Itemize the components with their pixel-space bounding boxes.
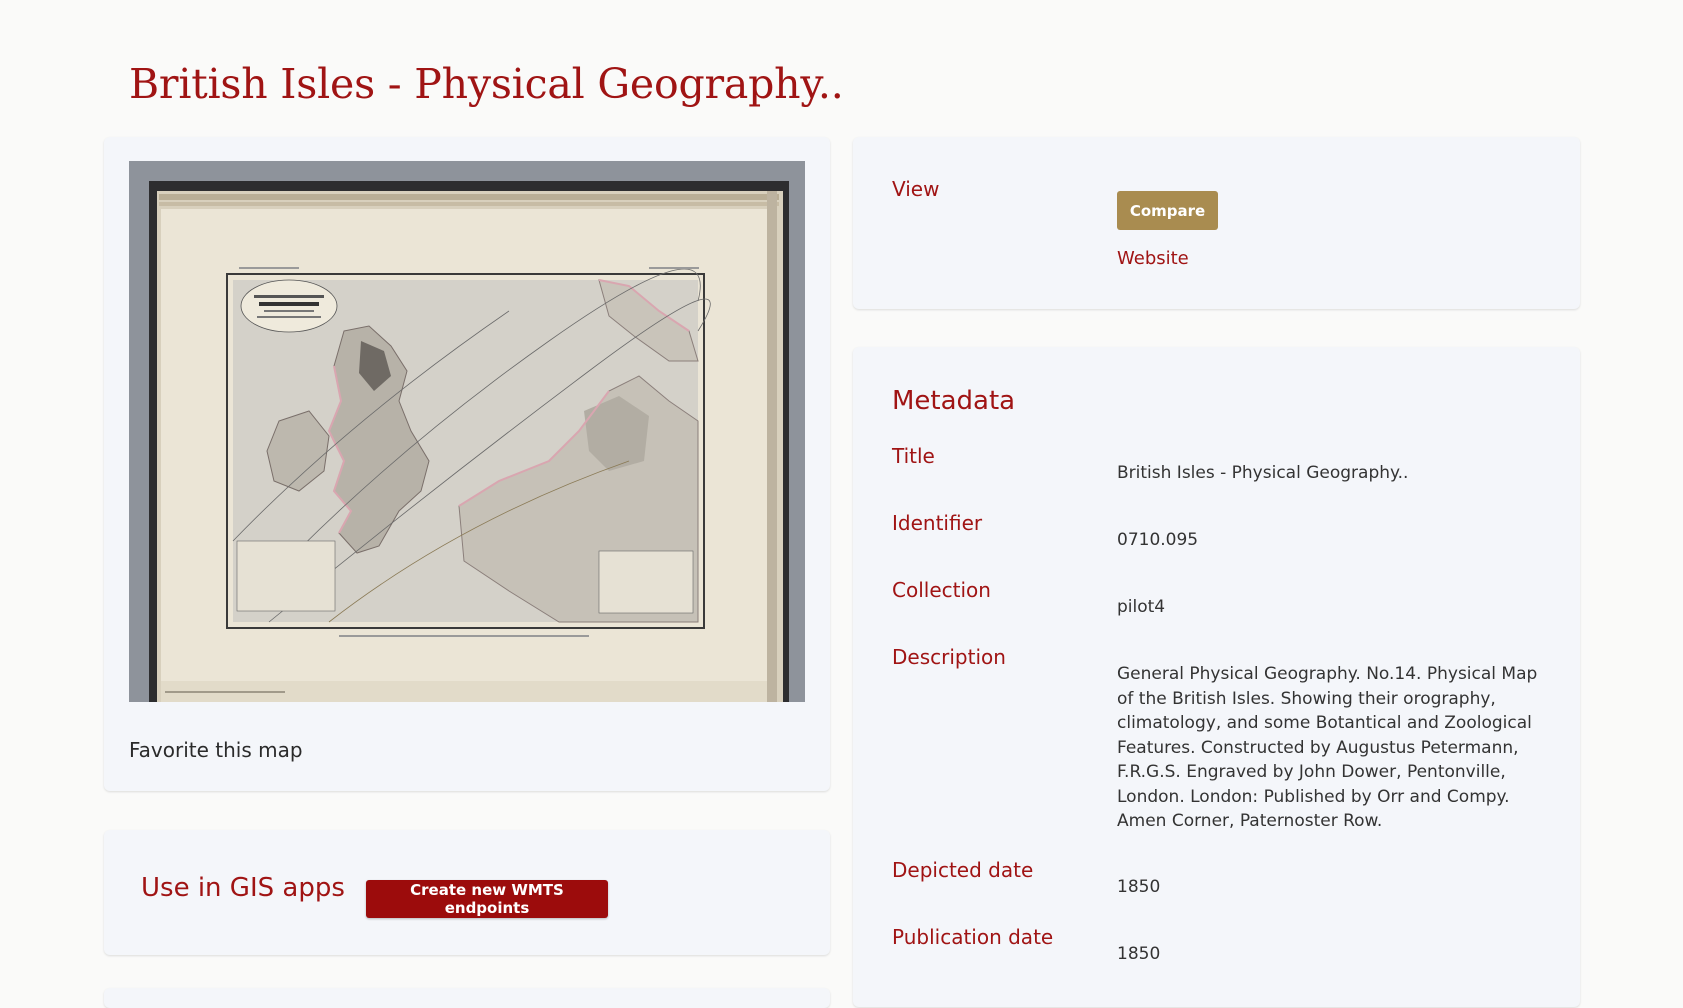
metadata-label-title: Title bbox=[892, 444, 935, 468]
metadata-heading: Metadata bbox=[892, 386, 1016, 416]
view-label: View bbox=[892, 177, 940, 201]
map-scan-graphic bbox=[129, 161, 805, 702]
metadata-value-identifier: 0710.095 bbox=[1117, 530, 1199, 550]
gis-apps-card: Use in GIS apps Create new WMTS endpoint… bbox=[104, 830, 830, 955]
additional-card bbox=[104, 988, 830, 1008]
create-wmts-endpoints-button[interactable]: Create new WMTS endpoints bbox=[366, 880, 608, 918]
website-link[interactable]: Website bbox=[1117, 248, 1189, 269]
gis-apps-title: Use in GIS apps bbox=[141, 873, 345, 903]
metadata-value-depicted-date: 1850 bbox=[1117, 877, 1161, 897]
view-card: View Compare Website bbox=[853, 137, 1580, 309]
metadata-label-identifier: Identifier bbox=[892, 511, 983, 535]
metadata-label-collection: Collection bbox=[892, 578, 991, 602]
metadata-value-publication-date: 1850 bbox=[1117, 944, 1161, 964]
metadata-value-description: General Physical Geography. No.14. Physi… bbox=[1117, 664, 1538, 831]
favorite-map-link[interactable]: Favorite this map bbox=[129, 738, 303, 762]
map-image[interactable] bbox=[129, 161, 805, 702]
compare-button[interactable]: Compare bbox=[1117, 191, 1218, 230]
metadata-value-title: British Isles - Physical Geography.. bbox=[1117, 463, 1409, 483]
metadata-value-collection: pilot4 bbox=[1117, 597, 1166, 617]
page-title: British Isles - Physical Geography.. bbox=[129, 60, 844, 108]
metadata-label-description: Description bbox=[892, 645, 1006, 669]
map-image-card: Favorite this map bbox=[104, 137, 830, 791]
metadata-label-depicted-date: Depicted date bbox=[892, 858, 1034, 882]
metadata-card: Metadata Title British Isles - Physical … bbox=[853, 347, 1580, 1007]
metadata-label-publication-date: Publication date bbox=[892, 925, 1054, 949]
